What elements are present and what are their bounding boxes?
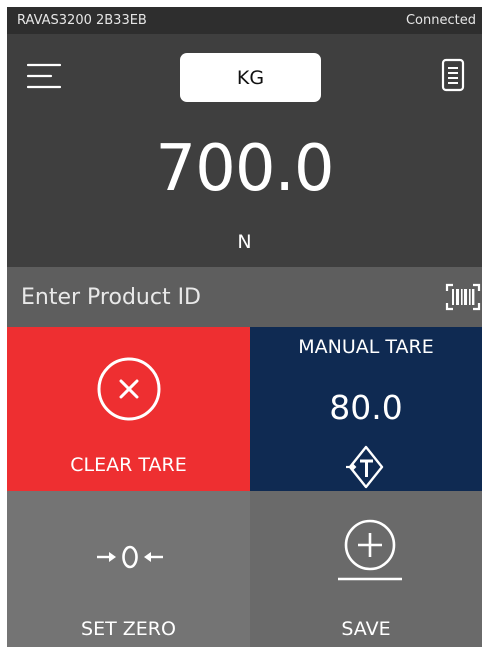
- clear-tare-label: CLEAR TARE: [70, 454, 187, 476]
- weight-display-panel: KG 700.0 N: [7, 34, 482, 267]
- unit-button[interactable]: KG: [180, 53, 321, 102]
- product-id-input[interactable]: Enter Product ID: [7, 267, 482, 327]
- add-circle-icon: [338, 519, 402, 581]
- zero-icon: [97, 545, 163, 569]
- product-id-placeholder: Enter Product ID: [21, 285, 201, 310]
- close-circle-icon: [97, 357, 161, 421]
- log-icon: [441, 58, 465, 92]
- menu-icon: [26, 63, 62, 89]
- weight-value: 700.0: [155, 132, 334, 206]
- save-label: SAVE: [341, 618, 391, 640]
- manual-tare-button[interactable]: MANUAL TARE 80.0: [250, 327, 482, 491]
- scale-app: RAVAS3200 2B33EB Connected KG 700.0 N En…: [7, 7, 482, 647]
- weight-unit: N: [237, 231, 252, 253]
- menu-button[interactable]: [26, 61, 62, 91]
- save-button[interactable]: SAVE: [250, 491, 482, 647]
- manual-tare-value: 80.0: [329, 388, 403, 427]
- device-name: RAVAS3200 2B33EB: [17, 13, 147, 28]
- tare-icon: [346, 445, 384, 489]
- status-bar: RAVAS3200 2B33EB Connected: [7, 7, 482, 34]
- log-button[interactable]: [440, 58, 466, 92]
- clear-tare-button[interactable]: CLEAR TARE: [7, 327, 250, 491]
- barcode-scan-button[interactable]: [445, 283, 481, 311]
- connection-status: Connected: [405, 13, 476, 28]
- manual-tare-label: MANUAL TARE: [298, 336, 434, 358]
- barcode-scanner-icon: [445, 283, 481, 311]
- set-zero-button[interactable]: SET ZERO: [7, 491, 250, 647]
- set-zero-label: SET ZERO: [81, 618, 176, 640]
